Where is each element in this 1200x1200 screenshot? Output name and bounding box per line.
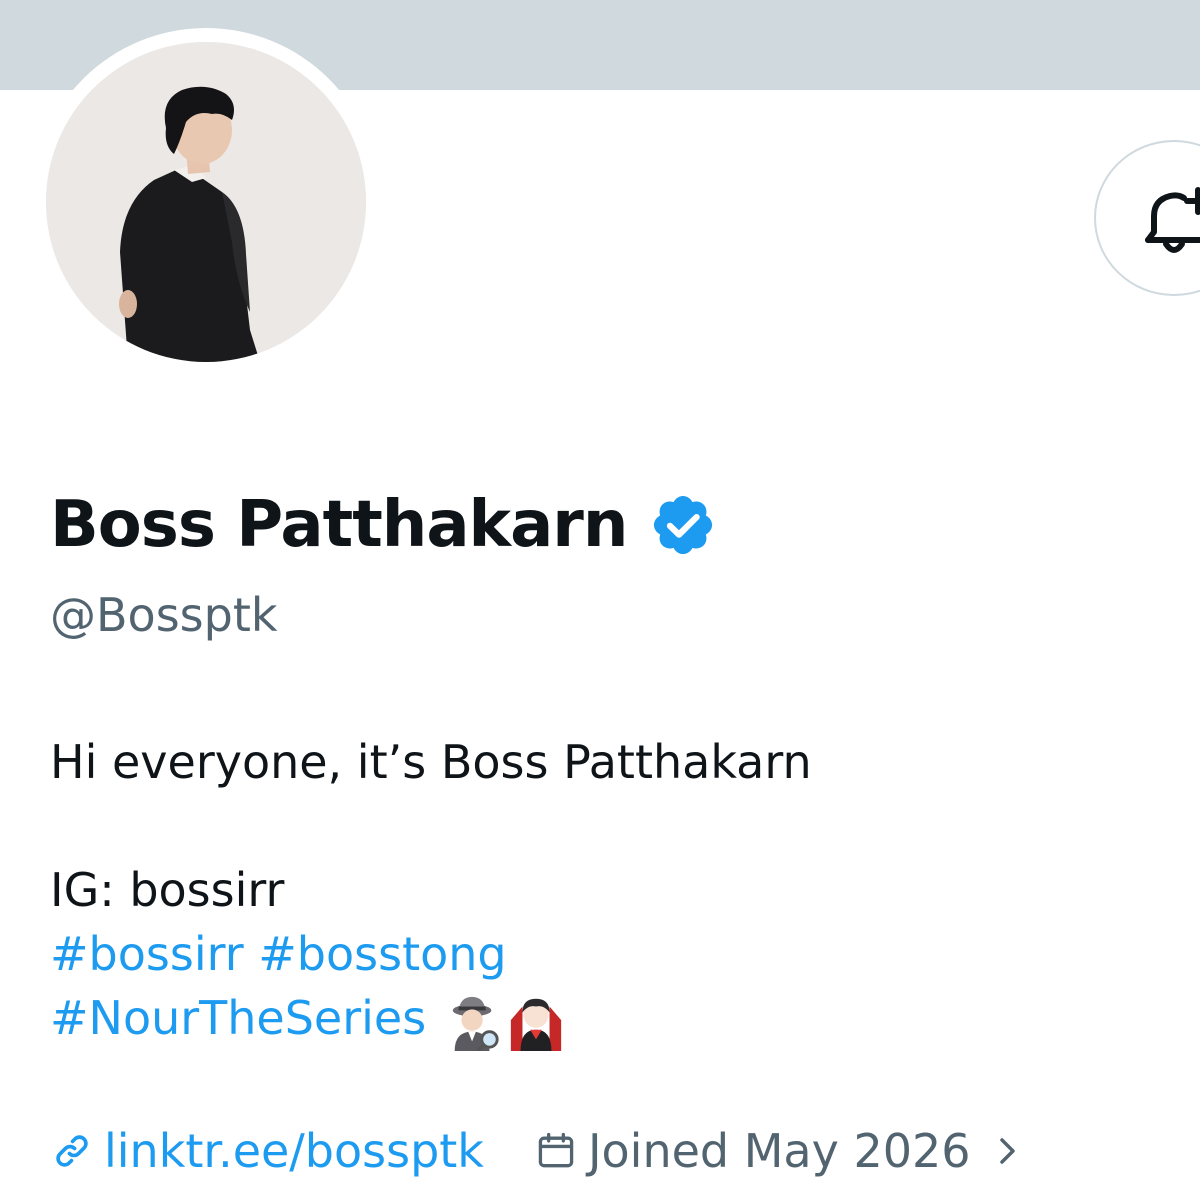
chevron-right-icon[interactable]	[997, 1134, 1019, 1168]
website-link-text[interactable]: linktr.ee/bossptk	[104, 1124, 484, 1178]
calendar-icon	[538, 1132, 574, 1168]
bio-line: Hi everyone, it’s Boss Patthakarn	[50, 735, 812, 789]
profile-page: Boss Patthakarn @Bossptk Hi everyone, it…	[0, 0, 1200, 1200]
verified-badge-icon[interactable]	[649, 491, 717, 559]
profile-website-link[interactable]: linktr.ee/bossptk	[50, 1124, 484, 1178]
bio-spacer	[50, 794, 1150, 858]
vampire-emoji	[510, 998, 561, 1051]
joined-date: Joined May 2026	[534, 1124, 1019, 1178]
profile-meta-row: linktr.ee/bossptk Joined May 2026	[50, 1116, 1019, 1186]
link-icon	[56, 1135, 88, 1167]
detective-emoji	[452, 996, 499, 1051]
avatar-photo	[46, 42, 366, 362]
hashtag-link[interactable]: #bossirr	[50, 927, 244, 981]
bio-line: IG: bossirr	[50, 863, 285, 917]
bio-hashtag-line: #NourTheSeries	[50, 986, 1150, 1051]
profile-handle: @Bossptk	[50, 588, 278, 642]
display-name-row: Boss Patthakarn	[50, 480, 717, 570]
notifications-button[interactable]	[1094, 140, 1200, 296]
joined-date-text: Joined May 2026	[587, 1124, 971, 1178]
bio-hashtag-line: #bossirr #bosstong	[50, 922, 1150, 986]
hashtag-link[interactable]: #bosstong	[258, 927, 506, 981]
hashtag-link[interactable]: #NourTheSeries	[50, 991, 426, 1045]
avatar[interactable]	[46, 42, 366, 362]
bell-plus-icon	[1145, 187, 1200, 253]
display-name: Boss Patthakarn	[50, 488, 628, 562]
profile-bio: Hi everyone, it’s Boss Patthakarn IG: bo…	[50, 730, 1150, 1051]
